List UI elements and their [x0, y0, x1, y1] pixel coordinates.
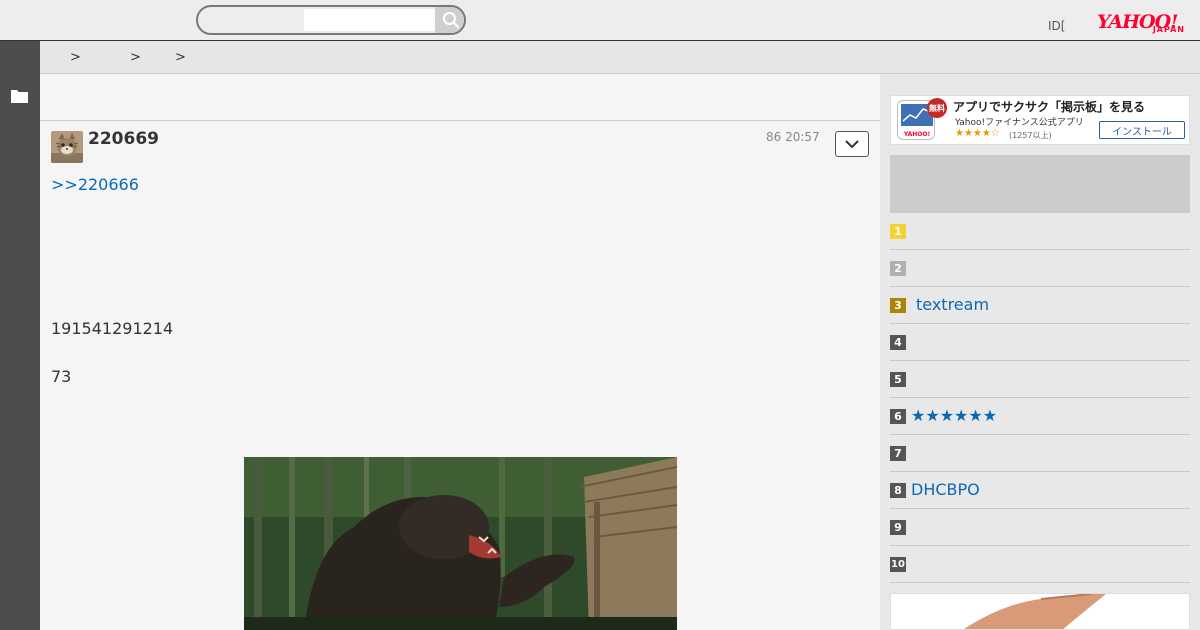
search-box: [196, 5, 466, 35]
ad-subtitle: Yahoo!ファイナンス公式アプリ: [955, 118, 1084, 128]
ad-title: アプリでサクサク「掲示板」を見る: [953, 100, 1146, 114]
ranking-item[interactable]: 3 textream: [890, 287, 1190, 324]
search-button[interactable]: [435, 7, 464, 33]
ranking-number-badge: 5: [890, 372, 906, 387]
post-timestamp: 86 20:57: [766, 130, 820, 144]
logo-sub-text: JAPAN: [1152, 25, 1185, 34]
ranking-number-badge: 2: [890, 261, 906, 276]
ranking-number-badge: 6: [890, 409, 906, 424]
rating-count: (1257以上): [1009, 131, 1052, 140]
main-content: 220669 86 20:57 >>220666 191541291214 73: [40, 74, 880, 630]
post-image[interactable]: [244, 457, 677, 630]
post-body-line: 191541291214: [51, 319, 174, 338]
yahoo-japan-logo[interactable]: YAHOO! JAPAN: [1097, 11, 1187, 37]
ranking-item[interactable]: 4: [890, 324, 1190, 361]
search-input[interactable]: [304, 9, 435, 31]
ranking-number-badge: 7: [890, 446, 906, 461]
post-menu-button[interactable]: [835, 131, 869, 157]
ranking-number-badge: 4: [890, 335, 906, 350]
svg-text:YAHOO!: YAHOO!: [903, 131, 930, 138]
post-body-line: 73: [51, 367, 72, 386]
ranking-label[interactable]: textream: [916, 295, 989, 314]
thread-header-area: [40, 74, 880, 121]
cat-avatar-image: [51, 131, 83, 163]
ranking-label[interactable]: ★★★★★★: [911, 406, 997, 425]
ranking-item[interactable]: 7: [890, 435, 1190, 472]
ranking-item[interactable]: 9: [890, 509, 1190, 546]
ranking-number-badge: 8: [890, 483, 906, 498]
ranking-item[interactable]: 8 DHCBPO: [890, 472, 1190, 509]
sidebar-card-image: [891, 594, 1189, 629]
app-ad-banner[interactable]: YAHOO! 無料 アプリでサクサク「掲示板」を見る Yahoo!ファイナンス公…: [890, 95, 1190, 145]
free-badge: 無料: [927, 98, 947, 118]
chevron-down-icon: [845, 140, 859, 149]
breadcrumb-separator: >: [175, 50, 186, 65]
ranking-number-badge: 10: [890, 557, 906, 572]
sidebar-placeholder-box: [890, 155, 1190, 213]
sidebar-bottom-card[interactable]: [890, 593, 1190, 630]
folder-icon[interactable]: [11, 89, 28, 103]
breadcrumb-separator: >: [130, 50, 141, 65]
breadcrumb-separator: >: [70, 50, 81, 65]
right-sidebar: YAHOO! 無料 アプリでサクサク「掲示板」を見る Yahoo!ファイナンス公…: [880, 74, 1200, 630]
ranking-item[interactable]: 1: [890, 213, 1190, 250]
rating-stars: ★★★★☆: [955, 128, 1000, 139]
top-header: ID[ • YAHOO! JAPAN: [0, 0, 1200, 41]
ranking-number-badge: 3: [890, 298, 906, 313]
ranking-item[interactable]: 2: [890, 250, 1190, 287]
post-number: 220669: [88, 129, 159, 149]
ranking-item[interactable]: 6 ★★★★★★: [890, 398, 1190, 435]
avatar[interactable]: [51, 131, 83, 163]
reply-anchor-link[interactable]: >>220666: [51, 175, 139, 194]
search-icon: [442, 12, 459, 29]
ranking-item[interactable]: 5: [890, 361, 1190, 398]
left-rail: [0, 41, 40, 630]
ranking-item[interactable]: 10: [890, 546, 1190, 583]
ranking-number-badge: 1: [890, 224, 906, 239]
breadcrumb: > > >: [40, 41, 1200, 74]
ranking-label[interactable]: DHCBPO: [911, 480, 980, 499]
bear-statue-photo: [244, 457, 677, 630]
user-id-label[interactable]: ID[: [1048, 19, 1065, 33]
ranking-number-badge: 9: [890, 520, 906, 535]
install-button[interactable]: インストール: [1099, 121, 1185, 139]
